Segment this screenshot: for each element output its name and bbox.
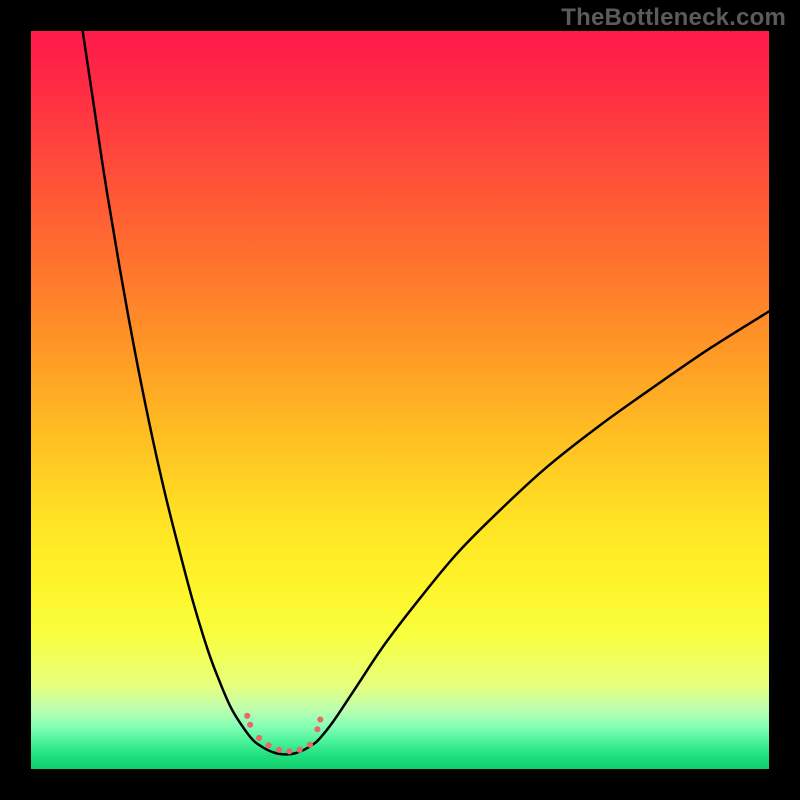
marker-dot bbox=[314, 726, 320, 732]
marker-dot bbox=[297, 747, 303, 753]
marker-dot bbox=[244, 713, 250, 719]
gradient-background bbox=[31, 31, 769, 769]
marker-dot bbox=[307, 742, 313, 748]
plot-area bbox=[31, 31, 769, 769]
marker-dot bbox=[266, 742, 272, 748]
marker-dot bbox=[247, 722, 253, 728]
chart-frame: TheBottleneck.com bbox=[0, 0, 800, 800]
chart-canvas bbox=[31, 31, 769, 769]
marker-dot bbox=[256, 735, 262, 741]
watermark-text: TheBottleneck.com bbox=[561, 4, 786, 32]
marker-dot bbox=[286, 748, 292, 754]
marker-dot bbox=[276, 747, 282, 753]
marker-dot bbox=[317, 716, 323, 722]
